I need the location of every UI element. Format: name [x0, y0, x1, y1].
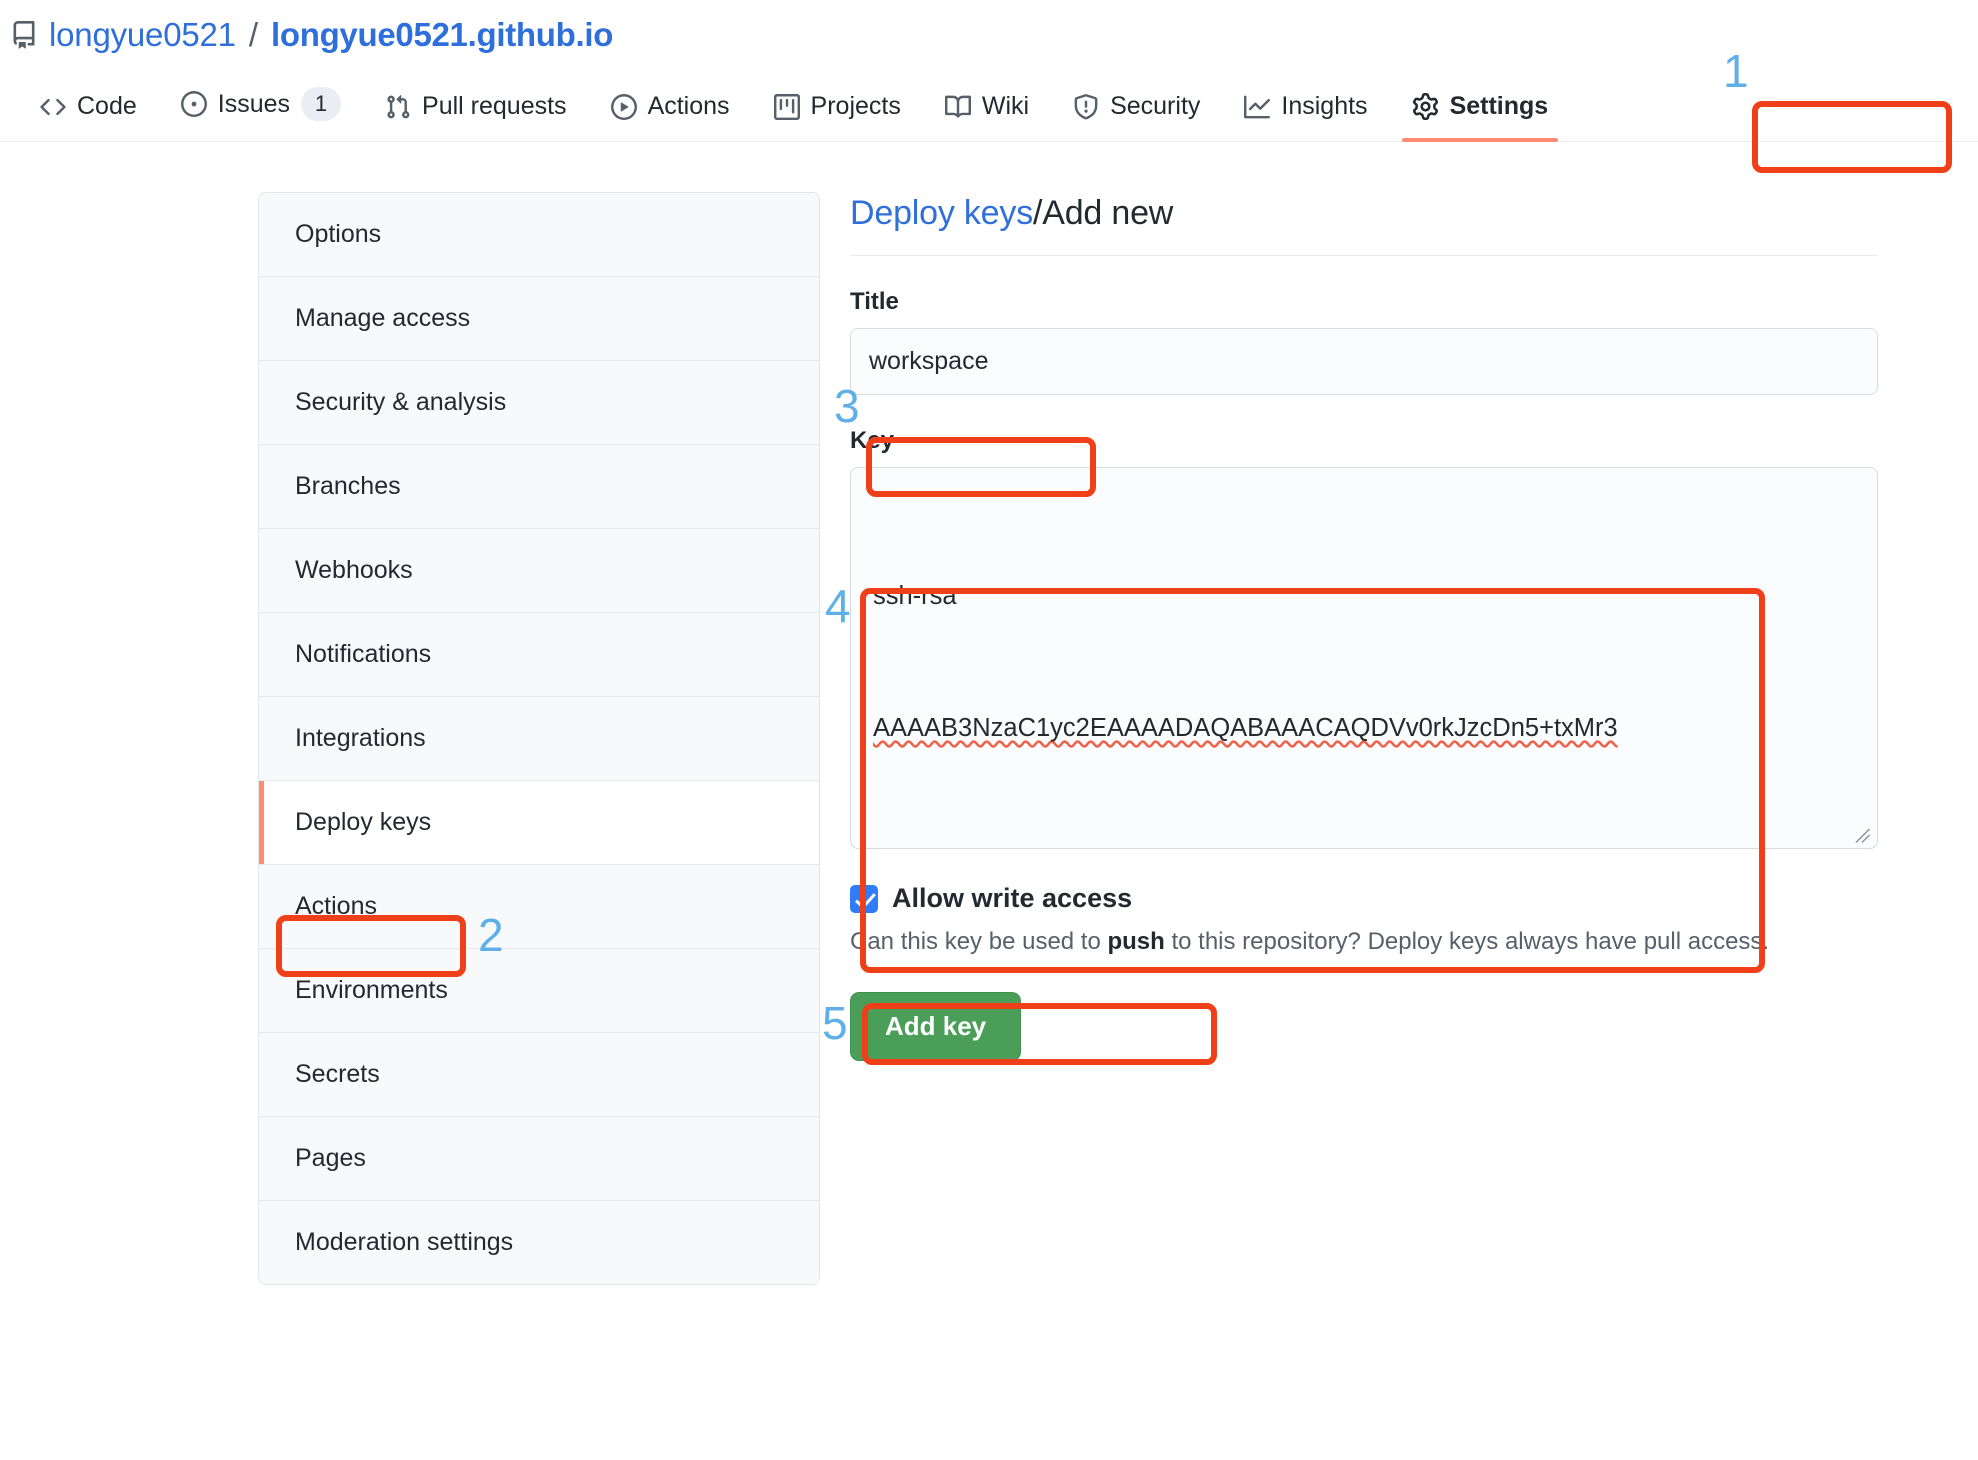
- help-bold: push: [1107, 928, 1165, 955]
- tab-insights-label: Insights: [1281, 92, 1368, 120]
- sidebar-item-security-analysis[interactable]: Security & analysis: [259, 361, 819, 445]
- sidebar-item-pages[interactable]: Pages: [259, 1117, 819, 1201]
- tab-insights[interactable]: Insights: [1222, 92, 1389, 141]
- repo-owner-link[interactable]: longyue0521: [49, 16, 236, 54]
- git-pull-request-icon: [385, 94, 411, 120]
- settings-content: Options Manage access Security & analysi…: [0, 142, 1978, 1285]
- graph-icon: [1244, 94, 1271, 120]
- tab-code-label: Code: [77, 92, 137, 120]
- title-input[interactable]: [850, 328, 1878, 395]
- allow-write-access-checkbox[interactable]: [850, 884, 878, 913]
- play-icon: [610, 93, 637, 120]
- issue-opened-icon: [180, 91, 207, 117]
- tab-actions[interactable]: Actions: [589, 92, 752, 141]
- sidebar-item-notifications[interactable]: Notifications: [259, 613, 819, 697]
- repo-icon: [10, 21, 38, 49]
- breadcrumb-deploy-keys-link[interactable]: Deploy keys: [850, 194, 1033, 232]
- breadcrumb-current: Add new: [1042, 194, 1174, 232]
- book-icon: [944, 94, 971, 120]
- sidebar-item-webhooks[interactable]: Webhooks: [259, 529, 819, 613]
- sidebar-item-actions[interactable]: Actions: [259, 865, 819, 949]
- gear-icon: [1412, 93, 1439, 120]
- deploy-key-form: Deploy keys/Add new Title Key ssh-rsa AA…: [820, 182, 1978, 1285]
- tab-security-label: Security: [1110, 92, 1201, 120]
- repo-separator: /: [248, 16, 258, 53]
- tab-settings-label: Settings: [1449, 92, 1549, 120]
- sidebar-item-moderation-settings[interactable]: Moderation settings: [259, 1201, 819, 1284]
- tab-wiki[interactable]: Wiki: [923, 92, 1051, 141]
- key-line: ssh-rsa: [873, 582, 957, 610]
- sidebar-item-manage-access[interactable]: Manage access: [259, 277, 819, 361]
- title-label: Title: [850, 288, 899, 315]
- sidebar-item-secrets[interactable]: Secrets: [259, 1033, 819, 1117]
- breadcrumb: Deploy keys/Add new: [850, 194, 1878, 256]
- tab-projects[interactable]: Projects: [752, 92, 923, 141]
- sidebar-item-deploy-keys[interactable]: Deploy keys: [259, 781, 819, 865]
- tab-security[interactable]: Security: [1051, 92, 1222, 141]
- tab-pull-requests[interactable]: Pull requests: [363, 92, 589, 141]
- code-icon: [40, 94, 66, 120]
- tab-settings[interactable]: Settings: [1390, 92, 1571, 142]
- sidebar-item-integrations[interactable]: Integrations: [259, 697, 819, 781]
- allow-write-access-row[interactable]: Allow write access: [850, 883, 1878, 914]
- tab-code[interactable]: Code: [18, 92, 159, 141]
- key-label: Key: [850, 427, 895, 454]
- tab-actions-label: Actions: [647, 92, 730, 120]
- page-root: longyue0521 / longyue0521.github.io Code…: [0, 0, 1978, 1460]
- breadcrumb-separator: /: [1033, 194, 1043, 232]
- repo-nav-tabs: Code Issues 1 Pull requests Actions Proj…: [0, 58, 1978, 142]
- settings-sidebar: Options Manage access Security & analysi…: [258, 192, 820, 1285]
- tab-issues[interactable]: Issues 1: [159, 87, 363, 141]
- issues-counter: 1: [301, 87, 342, 121]
- sidebar-item-branches[interactable]: Branches: [259, 445, 819, 529]
- help-suffix: to this repository? Deploy keys always h…: [1164, 928, 1770, 955]
- shield-icon: [1073, 93, 1099, 120]
- repo-name-link[interactable]: longyue0521.github.io: [271, 16, 613, 54]
- allow-write-access-label: Allow write access: [892, 883, 1133, 913]
- key-line: bAN+g4SM8z1qa9BdnwpO/cvzTGA1KQm0vFMkexyi…: [873, 838, 1855, 848]
- key-line: AAAAB3NzaC1yc2EAAAADAQABAAACAQDVv0rkJzcD…: [873, 714, 1618, 742]
- tab-issues-label: Issues: [217, 89, 291, 118]
- add-key-button[interactable]: Add key: [850, 992, 1022, 1061]
- sidebar-item-environments[interactable]: Environments: [259, 949, 819, 1033]
- project-icon: [773, 93, 800, 120]
- tab-pull-requests-label: Pull requests: [422, 92, 567, 120]
- tab-wiki-label: Wiki: [981, 92, 1030, 120]
- key-textarea[interactable]: ssh-rsa AAAAB3NzaC1yc2EAAAADAQABAAACAQDV…: [850, 467, 1878, 849]
- tab-projects-label: Projects: [810, 92, 901, 120]
- repo-header: longyue0521 / longyue0521.github.io: [0, 0, 1978, 58]
- resize-handle-icon[interactable]: [1853, 826, 1871, 844]
- sidebar-item-options[interactable]: Options: [259, 193, 819, 277]
- allow-write-access-help: Can this key be used to push to this rep…: [850, 928, 1878, 956]
- help-prefix: Can this key be used to: [850, 928, 1108, 955]
- settings-sidebar-wrap: Options Manage access Security & analysi…: [0, 182, 820, 1285]
